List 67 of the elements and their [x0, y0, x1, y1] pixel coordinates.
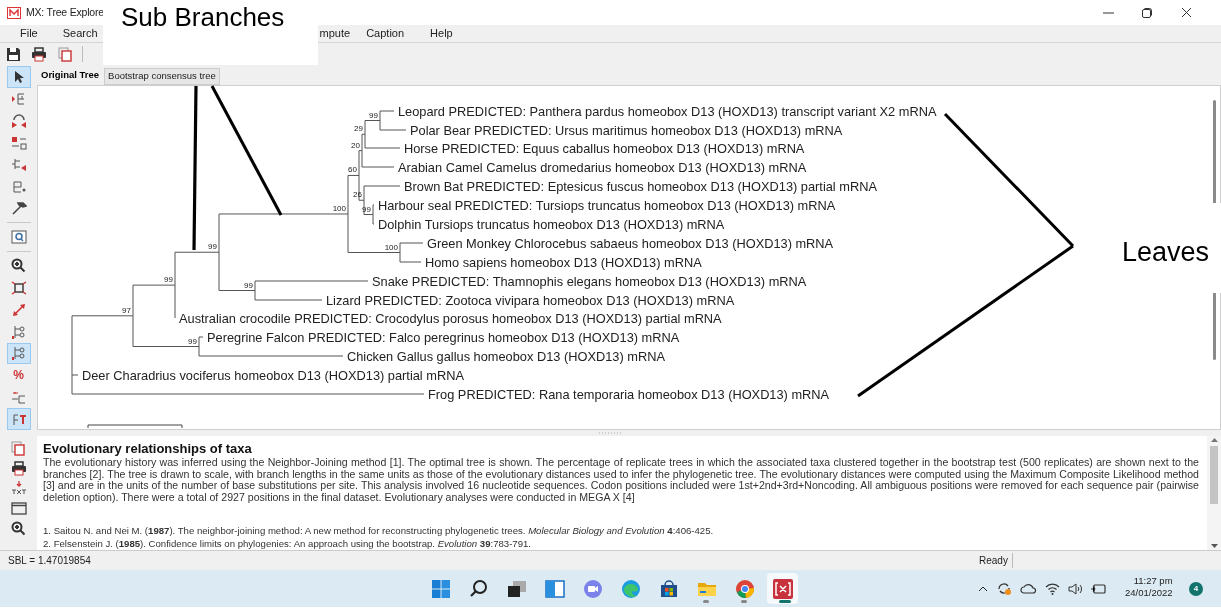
menu-item[interactable]: Help	[430, 25, 453, 42]
minimize-icon[interactable]	[1103, 11, 1114, 14]
bootstrap-value: 100	[384, 242, 398, 252]
font-icon[interactable]	[6, 408, 31, 431]
tree-icon[interactable]	[6, 342, 31, 365]
taxon-label[interactable]: Green Monkey Chlorocebus sabaeus homeobox D13 (HOXD13) mRNA	[427, 235, 834, 251]
status-text: SBL = 1.47019854	[7, 554, 92, 568]
bootstrap-value: 99	[369, 110, 378, 120]
bootstrap-value: 29	[354, 124, 363, 134]
scroll-down-icon[interactable]	[1210, 544, 1218, 548]
volume-icon[interactable]	[1068, 582, 1083, 595]
percent-button[interactable]: %	[6, 364, 31, 387]
bootstrap-value: 99	[208, 242, 217, 252]
bootstrap-value: 99	[362, 204, 371, 214]
taxon-label[interactable]: Dolphin Tursiops truncatus homeobox D13 (HOXD13) mRNA	[378, 216, 725, 232]
clock-time[interactable]: 11:27 pm	[1133, 575, 1173, 587]
taxon-label[interactable]: Leopard PREDICTED: Panthera pardus homeobox D13 (HOXD13) transcript variant X2 mRNA	[398, 103, 937, 119]
window-title: MX: Tree Explore	[26, 4, 104, 20]
taxon-label[interactable]: Snake PREDICTED: Thamnophis elegans homeobox D13 (HOXD13) mRNA	[372, 273, 807, 289]
wifi-icon[interactable]	[1045, 582, 1060, 595]
bootstrap-value: 99	[244, 280, 253, 290]
taxon-label[interactable]: Polar Bear PREDICTED: Ursus maritimus homeobox D13 (HOXD13) mRNA	[410, 122, 843, 138]
bootstrap-value: 97	[122, 305, 131, 315]
menu-item[interactable]: Caption	[366, 25, 405, 42]
clock-date[interactable]: 24/01/2022	[1125, 587, 1173, 599]
taxon-label[interactable]: Deer Charadrius vociferus homeobox D13 (HOXD13) partial mRNA	[82, 367, 464, 383]
bootstrap-value: 100	[332, 203, 346, 213]
scroll-thumb[interactable]	[1210, 446, 1218, 504]
status-text: Ready	[975, 553, 1013, 568]
menu-item[interactable]: File	[20, 25, 38, 42]
cloud-icon[interactable]	[1020, 583, 1037, 594]
reference-text: 2. Felsenstein J. (1985). Confidence limits on phylogenies: An approach using the bootstrap. Evolution 39:783-791.	[43, 538, 532, 549]
taxon-label[interactable]: Frog PREDICTED: Rana temporaria homeobox D13 (HOXD13) mRNA	[428, 386, 830, 402]
sync-icon[interactable]	[996, 581, 1012, 596]
taxon-label[interactable]: Brown Bat PREDICTED: Eptesicus fuscus homeobox D13 (HOXD13) partial mRNA	[404, 178, 877, 194]
taxon-label[interactable]: Chicken Gallus gallus homeobox D13 (HOXD13) mRNA	[347, 348, 665, 364]
menu-item[interactable]: mpute	[319, 25, 351, 42]
taxon-label[interactable]: Horse PREDICTED: Equus caballus homeobox D13 (HOXD13) mRNA	[404, 140, 805, 156]
taxon-label[interactable]: Homo sapiens homeobox D13 (HOXD13) mRNA	[425, 254, 702, 270]
pointer-icon[interactable]	[6, 66, 31, 88]
caption-paragraph: The evolutionary history was inferred using the Neighbor-Joining method [1]. The optimal tree is shown. The percentage of replicate trees in which the associated taxa clustered together in the bootstrap test (500 replicates) are shown next to the branches [2]. The tree is drawn to scale, with branch lengths in the same units as those of the evolutionary distances used to infer the phylogenetic tree. The evolutionary distances were computed using the Maximum Composite Likelihood method [3] and are in the units of the number of base substitutions per site. This analysis involved 16 nucleotide sequences. Codon positions included were 1st+2nd+3rd+Noncoding. All ambiguous positions were removed for each sequence pair (pairwise deletion option). There were a total of 2927 positions in the final dataset. Evolutionary analyses were conducted in MEGA X [4]	[43, 457, 1199, 503]
taxon-label[interactable]: Lizard PREDICTED: Zootoca vivipara homeobox D13 (HOXD13) mRNA	[326, 292, 735, 308]
taxon-label[interactable]: Australian crocodile PREDICTED: Crocodylus porosus homeobox D13 (HOXD13) partial mRNA	[179, 310, 722, 326]
app-icon[interactable]	[767, 573, 798, 604]
scroll-up-icon[interactable]	[1210, 438, 1218, 442]
taxon-label[interactable]: Peregrine Falcon PREDICTED: Falco peregrinus homeobox D13 (HOXD13) mRNA	[207, 329, 680, 345]
bootstrap-value: 26	[353, 190, 362, 200]
restore-icon[interactable]	[1142, 7, 1153, 18]
bootstrap-value: 99	[164, 275, 173, 285]
app-logo-icon	[7, 6, 21, 19]
tab[interactable]: Bootstrap consensus tree	[104, 68, 220, 85]
taxon-label[interactable]: Arabian Camel Camelus dromedarius homeobox D13 (HOXD13) mRNA	[398, 159, 807, 175]
print-icon[interactable]	[30, 45, 48, 63]
battery-icon[interactable]	[1091, 582, 1107, 595]
reference-text: 1. Saitou N. and Nei M. (1987). The neighbor-joining method: A new method for reconstructing phylogenetic trees. Molecular Biology and Evolution 4:406-425.	[43, 525, 715, 536]
save-icon[interactable]	[4, 45, 22, 63]
bootstrap-value: 60	[348, 165, 357, 175]
taxon-label[interactable]: Harbour seal PREDICTED: Tursiops truncatus homeobox D13 (HOXD13) mRNA	[378, 197, 836, 213]
notification-badge[interactable]: 4	[1189, 582, 1203, 596]
bootstrap-value: 99	[188, 336, 197, 346]
chevron-up-icon[interactable]	[978, 585, 988, 592]
close-icon[interactable]	[1181, 7, 1192, 18]
menu-item[interactable]: Search	[62, 25, 98, 42]
copy-icon[interactable]	[56, 45, 74, 63]
bootstrap-value: 20	[351, 140, 360, 150]
scrollbar[interactable]	[1207, 436, 1221, 550]
caption-title: Evolutionary relationships of taxa	[43, 441, 253, 457]
